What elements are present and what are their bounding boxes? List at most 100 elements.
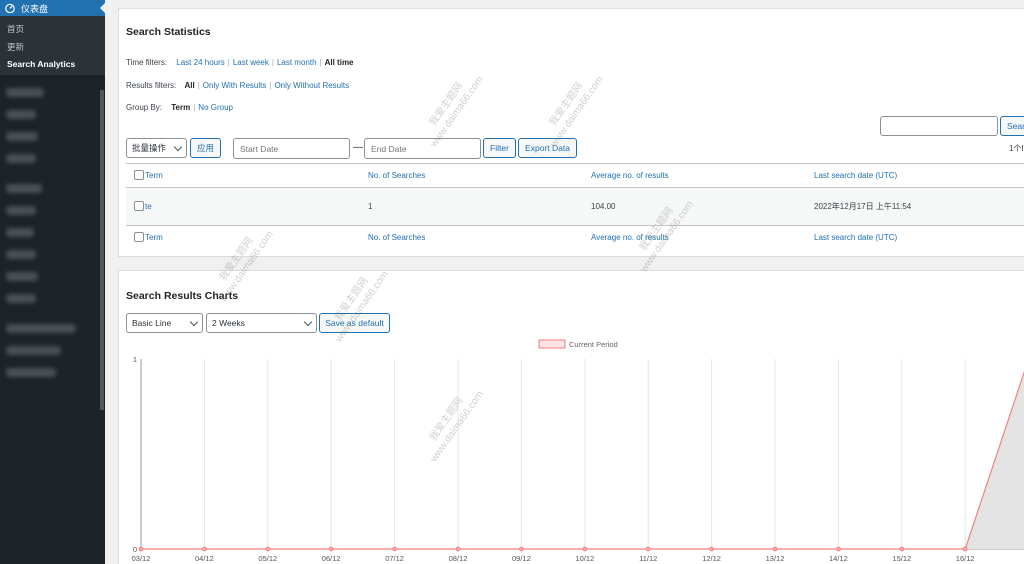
- column-term-footer[interactable]: Term: [145, 226, 368, 250]
- admin-sidebar: 仪表盘 首页 更新 Search Analytics: [0, 0, 105, 564]
- x-tick-label: 12/12: [702, 554, 721, 563]
- apply-button[interactable]: 应用: [190, 138, 221, 158]
- x-tick-label: 03/12: [132, 554, 151, 563]
- charts-title: Search Results Charts: [126, 290, 239, 302]
- item-count: 1个I: [1009, 144, 1024, 153]
- end-date-input[interactable]: [364, 138, 481, 159]
- column-searches[interactable]: No. of Searches: [368, 164, 591, 188]
- search-input[interactable]: [880, 116, 998, 136]
- group-by-term[interactable]: Term: [171, 103, 190, 112]
- sidebar-scrollbar[interactable]: [100, 90, 104, 410]
- date-range-separator: —: [353, 142, 363, 153]
- submenu-item-search-analytics[interactable]: Search Analytics: [0, 56, 105, 72]
- data-point: [455, 546, 461, 552]
- sidebar-item-blurred[interactable]: [0, 103, 105, 125]
- blurred-label: [6, 109, 36, 119]
- results-filter-with[interactable]: Only With Results: [203, 81, 267, 90]
- time-filter-24h[interactable]: Last 24 hours: [176, 58, 224, 67]
- time-filters-label: Time filters:: [126, 58, 168, 67]
- data-point: [962, 546, 968, 552]
- blurred-label: [6, 367, 56, 377]
- sidebar-item-blurred[interactable]: [0, 339, 105, 361]
- chart-series-line: [141, 370, 1024, 550]
- blurred-label: [6, 293, 36, 303]
- blurred-label: [6, 131, 38, 141]
- filter-button[interactable]: Filter: [483, 138, 516, 158]
- column-average[interactable]: Average no. of results: [591, 164, 814, 188]
- data-point: [836, 546, 841, 552]
- sidebar-item-blurred[interactable]: [0, 243, 105, 265]
- select-all-checkbox[interactable]: [134, 169, 144, 180]
- sidebar-item-blurred[interactable]: [0, 81, 105, 103]
- results-filter-all[interactable]: All: [184, 81, 194, 90]
- sidebar-item-blurred[interactable]: [0, 317, 105, 339]
- data-point: [138, 546, 144, 552]
- x-tick-label: 11/12: [639, 554, 657, 563]
- time-filter-all[interactable]: All time: [325, 58, 354, 67]
- time-filter-week[interactable]: Last week: [233, 58, 269, 67]
- blurred-label: [6, 227, 34, 237]
- y-tick-label: 0: [133, 545, 137, 554]
- bulk-action-select[interactable]: 批量操作: [126, 138, 187, 158]
- period-value: 2 Weeks: [212, 318, 245, 328]
- chart-y-ticks: 01: [133, 355, 137, 554]
- sidebar-item-blurred[interactable]: [0, 177, 105, 199]
- series-line: [141, 370, 1024, 550]
- sidebar-item-blurred[interactable]: [0, 265, 105, 287]
- chart-points: [138, 546, 968, 552]
- page-title: Search Statistics: [126, 26, 211, 38]
- column-term[interactable]: Term: [145, 164, 368, 188]
- search-stats-table: Term No. of Searches Average no. of resu…: [126, 163, 1024, 250]
- data-point: [265, 546, 271, 552]
- average-cell: 104.00: [591, 202, 616, 211]
- sidebar-item-blurred[interactable]: [0, 361, 105, 383]
- data-point: [645, 546, 651, 552]
- sidebar-item-blurred[interactable]: [0, 221, 105, 243]
- blurred-label: [6, 249, 36, 259]
- data-point: [709, 546, 714, 552]
- time-filter-month[interactable]: Last month: [277, 58, 317, 67]
- sidebar-item-blurred[interactable]: [0, 147, 105, 169]
- term-link[interactable]: te: [145, 202, 152, 211]
- sidebar-item-label: 仪表盘: [21, 3, 49, 14]
- x-tick-label: 07/12: [385, 554, 404, 563]
- group-by-none[interactable]: No Group: [198, 103, 233, 112]
- data-point: [518, 546, 524, 552]
- x-tick-label: 06/12: [322, 554, 341, 563]
- blurred-label: [6, 87, 44, 97]
- column-searches-footer[interactable]: No. of Searches: [368, 226, 591, 250]
- search-results-chart: 03/12 04/12 05/12 06/12 07/12 08/12 09/12 10/12…: [132, 339, 1024, 563]
- sidebar-item-blurred[interactable]: [0, 125, 105, 147]
- data-point: [582, 546, 588, 552]
- sidebar-item-blurred[interactable]: [0, 287, 105, 309]
- sidebar-submenu: 首页 更新 Search Analytics: [0, 16, 105, 75]
- select-all-checkbox-footer[interactable]: [134, 231, 144, 242]
- submenu-item-home[interactable]: 首页: [0, 20, 105, 38]
- blurred-label: [6, 183, 42, 193]
- searches-cell: 1: [368, 202, 373, 211]
- row-checkbox[interactable]: [134, 200, 144, 211]
- column-last-date-footer[interactable]: Last search date (UTC): [814, 226, 1024, 250]
- x-tick-label: 15/12: [892, 554, 911, 563]
- period-select[interactable]: 2 Weeks: [206, 313, 317, 333]
- data-point: [392, 546, 398, 552]
- area-fill: [141, 372, 1024, 549]
- sidebar-item-blurred[interactable]: [0, 199, 105, 221]
- blurred-label: [6, 205, 36, 215]
- group-by-label: Group By:: [126, 103, 163, 112]
- x-tick-label: 05/12: [258, 554, 277, 563]
- start-date-input[interactable]: [233, 138, 350, 159]
- column-last-date[interactable]: Last search date (UTC): [814, 164, 1024, 188]
- chart-type-value: Basic Line: [132, 318, 172, 328]
- export-data-button[interactable]: Export Data: [518, 138, 577, 158]
- sidebar-item-dashboard[interactable]: 仪表盘: [0, 0, 105, 16]
- data-point: [202, 546, 207, 552]
- submenu-item-updates[interactable]: 更新: [0, 38, 105, 56]
- results-filter-without[interactable]: Only Without Results: [274, 81, 349, 90]
- search-button[interactable]: Sear: [1000, 116, 1024, 136]
- data-point: [328, 546, 334, 552]
- chart-type-select[interactable]: Basic Line: [126, 313, 203, 333]
- column-average-footer[interactable]: Average no. of results: [591, 226, 814, 250]
- chart-grid: [140, 359, 1024, 550]
- save-default-button[interactable]: Save as default: [319, 313, 390, 333]
